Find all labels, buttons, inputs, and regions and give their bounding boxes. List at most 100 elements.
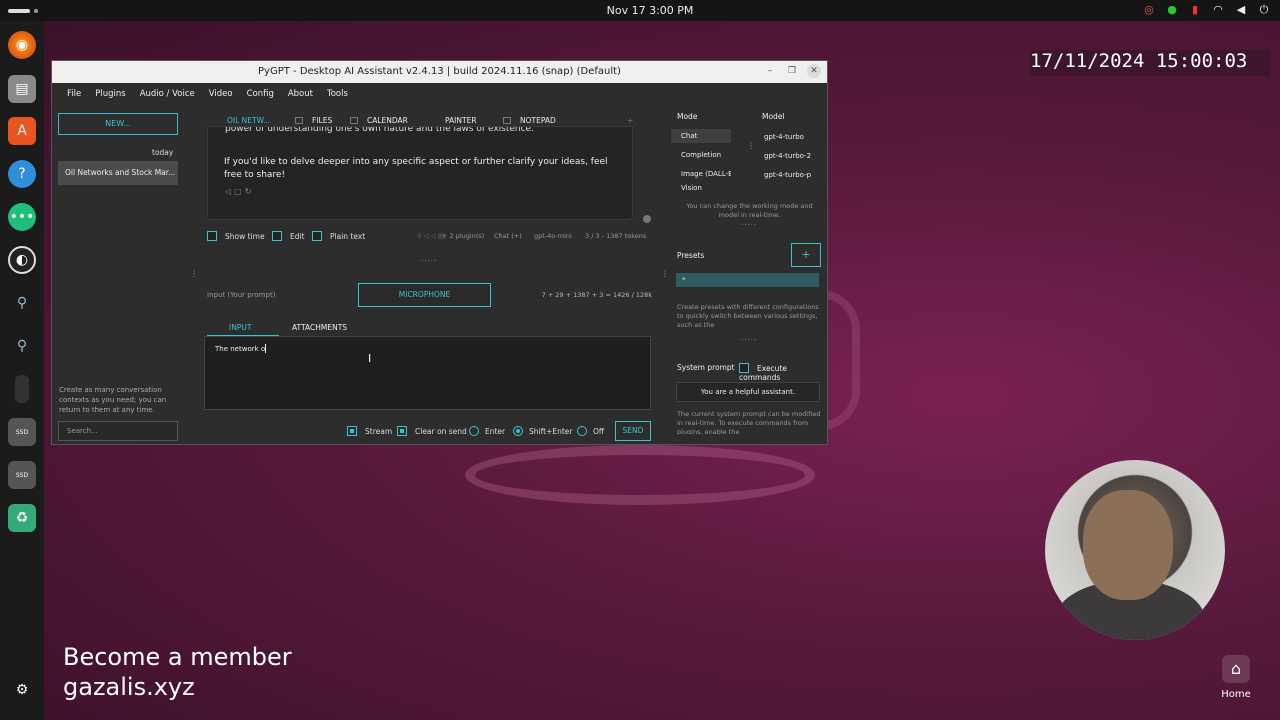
tab-files[interactable]: FILES [295,116,332,125]
person-face [1083,490,1173,600]
help-icon[interactable]: ? [8,160,36,188]
enter-radio[interactable]: Enter [469,426,505,436]
scroll-handle[interactable] [643,215,651,223]
model-indicator: gpt-4o-mini [534,232,572,240]
microphone-button[interactable]: MICROPHONE [358,283,491,307]
mode-image[interactable]: Image (DALL-E [671,167,731,181]
execute-commands-checkbox[interactable]: Execute commands [739,363,826,382]
calendar-tab-icon [350,117,358,124]
mode-vision[interactable]: Vision [671,184,731,192]
menu-video[interactable]: Video [202,83,240,105]
splitter-handle-icon[interactable]: ⋮ [190,269,198,278]
system-prompt-input[interactable]: You are a helpful assistant. [676,382,820,402]
contexts-hint: Create as many conversation contexts as … [59,386,167,414]
message-actions: ◁▢↻ [225,187,254,196]
tab-notepad[interactable]: NOTEPAD [503,116,556,125]
audio-icon[interactable]: ◁ [225,187,234,196]
ssd-icon[interactable]: SSD [8,418,36,446]
mode-label: Mode [677,112,698,121]
workspace-dot [34,9,38,13]
new-context-button[interactable]: NEW... [58,113,178,135]
model-item[interactable]: gpt-4-turbo-p [764,171,826,179]
promo-line-2: gazalis.xyz [63,673,195,701]
menu-audio-voice[interactable]: Audio / Voice [133,83,202,105]
trash-icon[interactable]: ♻ [8,504,36,532]
clear-on-send-checkbox[interactable]: Clear on send [397,426,467,436]
model-item[interactable]: gpt-4-turbo [764,133,826,141]
usb-drive-2-icon[interactable]: ⚲ [8,332,36,360]
chat-output[interactable]: power of understanding one's own nature … [207,126,633,220]
splitter-dots-icon[interactable]: ····· [421,257,437,265]
add-tab-icon[interactable]: + [627,116,633,125]
tab-painter[interactable]: PAINTER [445,116,477,125]
mode-chat[interactable]: Chat [671,129,731,143]
model-label: Model [762,112,785,121]
splitter-dots-icon[interactable]: ····· [741,221,757,229]
usb-drive-icon[interactable]: ⚲ [8,289,36,317]
menu-plugins[interactable]: Plugins [88,83,132,105]
presets-label: Presets [677,251,705,260]
wifi-icon[interactable]: ◠ [1212,3,1224,17]
home-shortcut[interactable]: ⌂ Home [1208,655,1264,700]
add-preset-button[interactable]: + [791,243,821,267]
mode-splitter-icon[interactable]: ⋮ [747,141,755,150]
menu-tools[interactable]: Tools [320,83,355,105]
tab-attachments[interactable]: ATTACHMENTS [292,323,347,332]
obs-icon[interactable]: ◐ [8,246,36,274]
files-tab-icon [295,117,303,124]
home-icon: ⌂ [1222,655,1250,683]
ssd-2-icon[interactable]: SSD [8,461,36,489]
prompt-input[interactable]: The network o [204,336,651,410]
close-icon[interactable]: ✕ [807,64,821,78]
app-center-icon[interactable]: A [8,117,36,145]
splitter-handle-2-icon[interactable]: ⋮ [661,269,669,278]
menu-config[interactable]: Config [240,83,281,105]
send-options: Stream Clear on send Enter Shift+Enter O… [347,421,652,441]
maximize-icon[interactable]: ❐ [785,64,799,78]
presets-hint: Create presets with different configurat… [677,303,819,329]
home-label: Home [1221,689,1251,700]
tab-calendar[interactable]: CALENDAR [350,116,408,125]
context-list-item[interactable]: Oil Networks and Stock Mar... [58,161,178,185]
stream-checkbox[interactable]: Stream [347,426,392,436]
color-wheel-icon[interactable]: ◎ [1143,3,1155,17]
microphone-icon[interactable]: ▮ [1189,3,1201,17]
title-bar[interactable]: PyGPT - Desktop AI Assistant v2.4.13 | b… [52,61,827,83]
activities-indicator[interactable] [8,9,30,13]
mode-hint: You can change the working mode and mode… [686,202,813,219]
minimize-icon[interactable]: – [763,64,777,78]
menu-about[interactable]: About [281,83,320,105]
plain-text-checkbox[interactable]: Plain text [312,231,365,241]
system-clock[interactable]: Nov 17 3:00 PM [600,4,700,17]
mode-completion[interactable]: Completion [671,148,731,162]
files-icon[interactable]: ▤ [8,75,36,103]
off-radio[interactable]: Off [577,426,604,436]
volume-icon[interactable]: ◀ [1235,3,1247,17]
date-group-label: today [152,148,174,157]
menu-file[interactable]: File [60,83,88,105]
drive-icon[interactable] [15,375,29,403]
token-usage: 3 / 3 - 1387 tokens [585,232,647,240]
input-label: Input (Your prompt) [207,291,276,299]
token-calculation: 7 + 29 + 1387 + 3 = 1426 / 128k [541,291,652,299]
model-item[interactable]: gpt-4-turbo-2 [764,152,826,160]
power-icon[interactable]: ⏻ [1258,3,1270,17]
pygpt-chat-icon[interactable]: ••• [8,203,36,231]
tab-oil-networks[interactable]: OIL NETW... [227,116,270,125]
preset-item[interactable]: * [676,273,819,287]
chat-icon[interactable]: ● [1166,3,1178,17]
splitter-dots-icon[interactable]: ····· [741,336,757,344]
text-cursor-icon: I [368,352,372,365]
shift-enter-radio[interactable]: Shift+Enter [513,426,572,436]
regenerate-icon[interactable]: ↻ [245,187,255,196]
show-time-checkbox[interactable]: Show time [207,231,265,241]
firefox-icon[interactable]: ◉ [8,31,36,59]
edit-checkbox[interactable]: Edit [272,231,305,241]
copy-icon[interactable]: ▢ [234,187,245,196]
system-tray[interactable]: ◎ ● ▮ ◠ ◀ ⏻ [1143,3,1270,17]
pygpt-window: PyGPT - Desktop AI Assistant v2.4.13 | b… [51,60,828,445]
tab-input[interactable]: INPUT [229,323,251,332]
search-input[interactable]: Search... [58,421,178,441]
show-apps-icon[interactable]: ⚙ [8,676,36,704]
send-button[interactable]: SEND [615,421,651,441]
